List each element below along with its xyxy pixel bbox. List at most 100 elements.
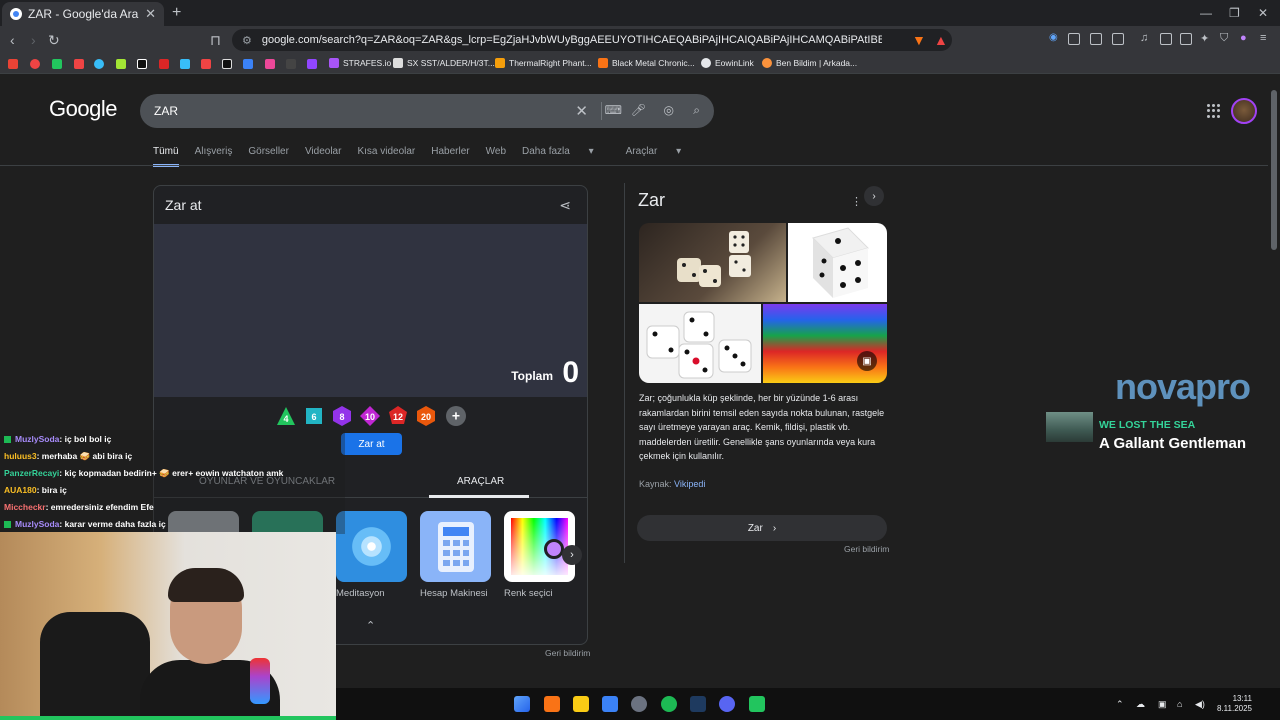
roll-dice-button[interactable]: Zar at bbox=[341, 433, 402, 455]
profile-icon[interactable]: ● bbox=[1240, 32, 1252, 44]
menu-icon[interactable]: ≡ bbox=[1260, 32, 1272, 44]
steam-icon[interactable] bbox=[690, 696, 706, 712]
feedback-link[interactable]: Geri bildirim bbox=[844, 544, 889, 554]
youtube-icon[interactable] bbox=[74, 59, 84, 69]
x-icon[interactable] bbox=[222, 59, 232, 69]
dice-roll-area[interactable]: Toplam 0 bbox=[154, 224, 587, 397]
bookmark-sx[interactable]: SX SST/ALDER/H/3T... bbox=[393, 58, 495, 68]
zar-more-button[interactable]: Zar › bbox=[637, 515, 887, 541]
tab-news[interactable]: Haberler bbox=[431, 146, 469, 167]
kick-icon[interactable] bbox=[749, 696, 765, 712]
tab-videos[interactable]: Videolar bbox=[305, 146, 342, 167]
dice-image[interactable]: ▣ bbox=[763, 304, 887, 383]
dice-image[interactable] bbox=[639, 223, 786, 302]
wifi-icon[interactable]: ⌂ bbox=[1177, 699, 1182, 709]
chevron-right-icon[interactable]: › bbox=[864, 186, 884, 206]
browser-tab[interactable]: ZAR - Google'da Ara ✕ bbox=[2, 2, 164, 26]
d20-button[interactable]: 20 bbox=[416, 406, 436, 426]
brave-rewards-icon[interactable]: ▲ bbox=[934, 32, 948, 48]
file-explorer-icon[interactable] bbox=[573, 696, 589, 712]
d12-button[interactable]: 12 bbox=[388, 406, 408, 426]
share-icon[interactable]: ⋖ bbox=[559, 197, 571, 214]
bookmark-icon[interactable] bbox=[30, 59, 40, 69]
site-info-icon[interactable]: ⚙ bbox=[242, 34, 252, 47]
sidebar-icon[interactable] bbox=[1160, 33, 1172, 45]
dice-image[interactable] bbox=[639, 304, 761, 383]
tiktok-icon[interactable] bbox=[137, 59, 147, 69]
twitch-icon[interactable] bbox=[307, 59, 317, 69]
spotify-icon[interactable] bbox=[661, 696, 677, 712]
network-icon[interactable]: ☁ bbox=[1136, 699, 1145, 710]
windows-start-icon[interactable] bbox=[514, 696, 530, 712]
chevron-up-icon[interactable]: ⌃ bbox=[366, 619, 375, 632]
d8-button[interactable]: 8 bbox=[332, 406, 352, 426]
tab-more[interactable]: Daha fazla ▾ bbox=[522, 146, 610, 167]
instagram-icon[interactable] bbox=[265, 59, 275, 69]
brave-shield-icon[interactable]: ▼ bbox=[912, 32, 926, 48]
audio-icon[interactable]: ◉ bbox=[1049, 32, 1061, 44]
lens-icon[interactable]: ◎ bbox=[664, 103, 674, 117]
dice-image[interactable] bbox=[788, 223, 887, 302]
wallet-icon[interactable] bbox=[1180, 33, 1192, 45]
reload-icon[interactable]: ↻ bbox=[48, 32, 60, 49]
chevron-right-icon[interactable]: › bbox=[562, 545, 582, 565]
photos-icon[interactable] bbox=[602, 696, 618, 712]
tab-tools[interactable]: Araçlar ▾ bbox=[626, 146, 698, 167]
bookmark-icon[interactable]: ⊓ bbox=[210, 32, 221, 49]
brave-icon[interactable] bbox=[544, 696, 560, 712]
bookmark-icon[interactable] bbox=[94, 59, 104, 69]
music-icon[interactable]: ♫ bbox=[1140, 32, 1152, 44]
kick-icon[interactable] bbox=[52, 59, 62, 69]
tool-calculator[interactable]: Hesap Makinesi bbox=[420, 511, 491, 599]
window-close-icon[interactable]: ✕ bbox=[1258, 6, 1268, 20]
source-link[interactable]: Vikipedi bbox=[674, 479, 705, 489]
microphone-icon[interactable]: 🎤︎ bbox=[631, 103, 646, 117]
search-icon[interactable]: ⌕ bbox=[693, 103, 700, 118]
scrollbar[interactable] bbox=[1271, 90, 1277, 250]
avatar[interactable] bbox=[1231, 98, 1257, 124]
extension-icon[interactable] bbox=[1112, 33, 1124, 45]
tab-all[interactable]: Tümü bbox=[153, 146, 179, 167]
volume-icon[interactable]: ◀) bbox=[1195, 699, 1205, 710]
tab-images[interactable]: Görseller bbox=[248, 146, 289, 167]
add-die-button[interactable]: + bbox=[446, 406, 466, 426]
youtube-icon[interactable] bbox=[201, 59, 211, 69]
forward-icon[interactable]: › bbox=[31, 32, 36, 48]
tab-tools[interactable]: ARAÇLAR bbox=[457, 476, 504, 487]
discord-icon[interactable] bbox=[719, 696, 735, 712]
d10-button[interactable]: 10 bbox=[360, 406, 380, 426]
tab-web[interactable]: Web bbox=[486, 146, 506, 167]
bookmark-thermalright[interactable]: ThermalRight Phant... bbox=[495, 58, 592, 68]
bookmark-icon[interactable] bbox=[286, 59, 296, 69]
google-logo[interactable]: Google bbox=[49, 96, 117, 122]
gmail-icon[interactable] bbox=[8, 59, 18, 69]
restore-icon[interactable]: ❐ bbox=[1229, 6, 1240, 20]
ai-icon[interactable]: ✦ bbox=[1200, 32, 1212, 45]
bookmark-icon[interactable] bbox=[159, 59, 169, 69]
bookmark-blackmetal[interactable]: Black Metal Chronic... bbox=[598, 58, 695, 68]
more-options-icon[interactable]: ⋮ bbox=[851, 195, 862, 208]
gallery-icon[interactable]: ▣ bbox=[857, 351, 877, 371]
new-tab-icon[interactable]: + bbox=[172, 4, 181, 22]
search-input[interactable]: ZAR ✕ ⌨ 🎤︎ ◎ ⌕ bbox=[140, 94, 714, 128]
bookmark-strafes[interactable]: STRAFES.io bbox=[329, 58, 391, 68]
tray-icon[interactable]: ▣ bbox=[1158, 699, 1167, 710]
d4-button[interactable]: 4 bbox=[276, 406, 296, 426]
system-clock[interactable]: 13:11 8.11.2025 bbox=[1217, 694, 1252, 714]
bookmark-icon[interactable] bbox=[243, 59, 253, 69]
image-collage[interactable]: ▣ bbox=[639, 223, 887, 383]
bookmark-eowinlink[interactable]: EowinLink bbox=[701, 58, 754, 68]
tool-meditation[interactable]: Meditasyon bbox=[336, 511, 407, 599]
app-icon[interactable] bbox=[631, 696, 647, 712]
extension-icon[interactable] bbox=[1090, 33, 1102, 45]
tab-shopping[interactable]: Alışveriş bbox=[195, 146, 233, 167]
bookmark-icon[interactable] bbox=[116, 59, 126, 69]
minimize-icon[interactable]: — bbox=[1200, 6, 1212, 20]
back-icon[interactable]: ‹ bbox=[10, 32, 15, 48]
vpn-icon[interactable]: ⛉ bbox=[1220, 32, 1232, 44]
keyboard-icon[interactable]: ⌨ bbox=[605, 103, 622, 117]
d6-button[interactable]: 6 bbox=[304, 406, 324, 426]
tab-short-videos[interactable]: Kısa videolar bbox=[357, 146, 415, 167]
extension-icon[interactable] bbox=[1068, 33, 1080, 45]
feedback-link[interactable]: Geri bildirim bbox=[545, 648, 590, 658]
